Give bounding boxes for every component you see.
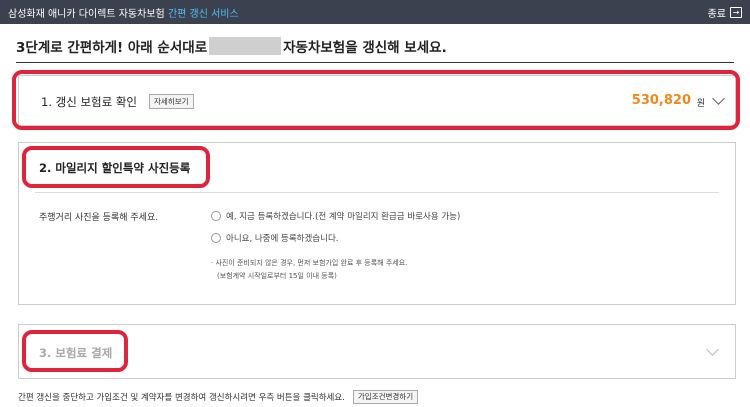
note-line-1: · 사진이 준비되지 않은 경우, 먼저 보험가입 완료 후 등록해 주세요. <box>211 259 408 267</box>
headline-before: 3단계로 간편하게! 아래 순서대로 <box>16 40 208 56</box>
note-line-2: (보험계약 시작일로부터 15일 이내 등록) <box>217 272 337 280</box>
title-divider <box>16 62 734 63</box>
radio-register-now[interactable]: 예, 지금 등록하겠습니다.(전 계약 마일리지 환급금 바로사용 가능) <box>211 210 460 222</box>
service-title-highlight: 간편 갱신 서비스 <box>167 9 239 20</box>
service-title: 삼성화재 애니카 다이렉트 자동차보험 간편 갱신 서비스 <box>8 5 239 20</box>
page-title: 3단계로 간편하게! 아래 순서대로 자동차보험을 갱신해 보세요. <box>16 36 447 56</box>
radio-register-now-label: 예, 지금 등록하겠습니다.(전 계약 마일리지 환급금 바로사용 가능) <box>226 212 461 222</box>
highlight-frame-step3 <box>22 330 128 372</box>
highlight-frame-step1 <box>12 70 740 130</box>
exit-icon: → <box>730 7 742 18</box>
service-title-prefix: 삼성화재 애니카 다이렉트 자동차보험 <box>8 9 165 20</box>
radio-circle-icon[interactable] <box>211 233 221 243</box>
close-button[interactable]: 종료 → <box>708 5 742 20</box>
headline-after: 자동차보험을 갱신해 보세요. <box>283 40 447 56</box>
chevron-down-icon[interactable] <box>706 343 719 356</box>
title-bar: 삼성화재 애니카 다이렉트 자동차보험 간편 갱신 서비스 종료 → <box>0 0 750 24</box>
radio-circle-icon[interactable] <box>211 211 221 221</box>
radio-register-later[interactable]: 아니요, 나중에 등록하겠습니다. <box>211 232 338 244</box>
change-conditions-button[interactable]: 가입조건변경하기 <box>352 390 419 404</box>
footer-text: 간편 갱신을 중단하고 가입조건 및 계약자를 변경하여 갱신하시려면 우측 버… <box>18 393 345 403</box>
mileage-question: 주행거리 사진을 등록해 주세요. <box>39 213 159 223</box>
footer: 간편 갱신을 중단하고 가입조건 및 계약자를 변경하여 갱신하시려면 우측 버… <box>18 390 419 404</box>
step2-divider <box>35 192 719 193</box>
close-label: 종료 <box>707 9 726 20</box>
highlight-frame-step2 <box>22 146 210 188</box>
radio-register-later-label: 아니요, 나중에 등록하겠습니다. <box>226 234 339 244</box>
masked-name <box>209 37 282 55</box>
